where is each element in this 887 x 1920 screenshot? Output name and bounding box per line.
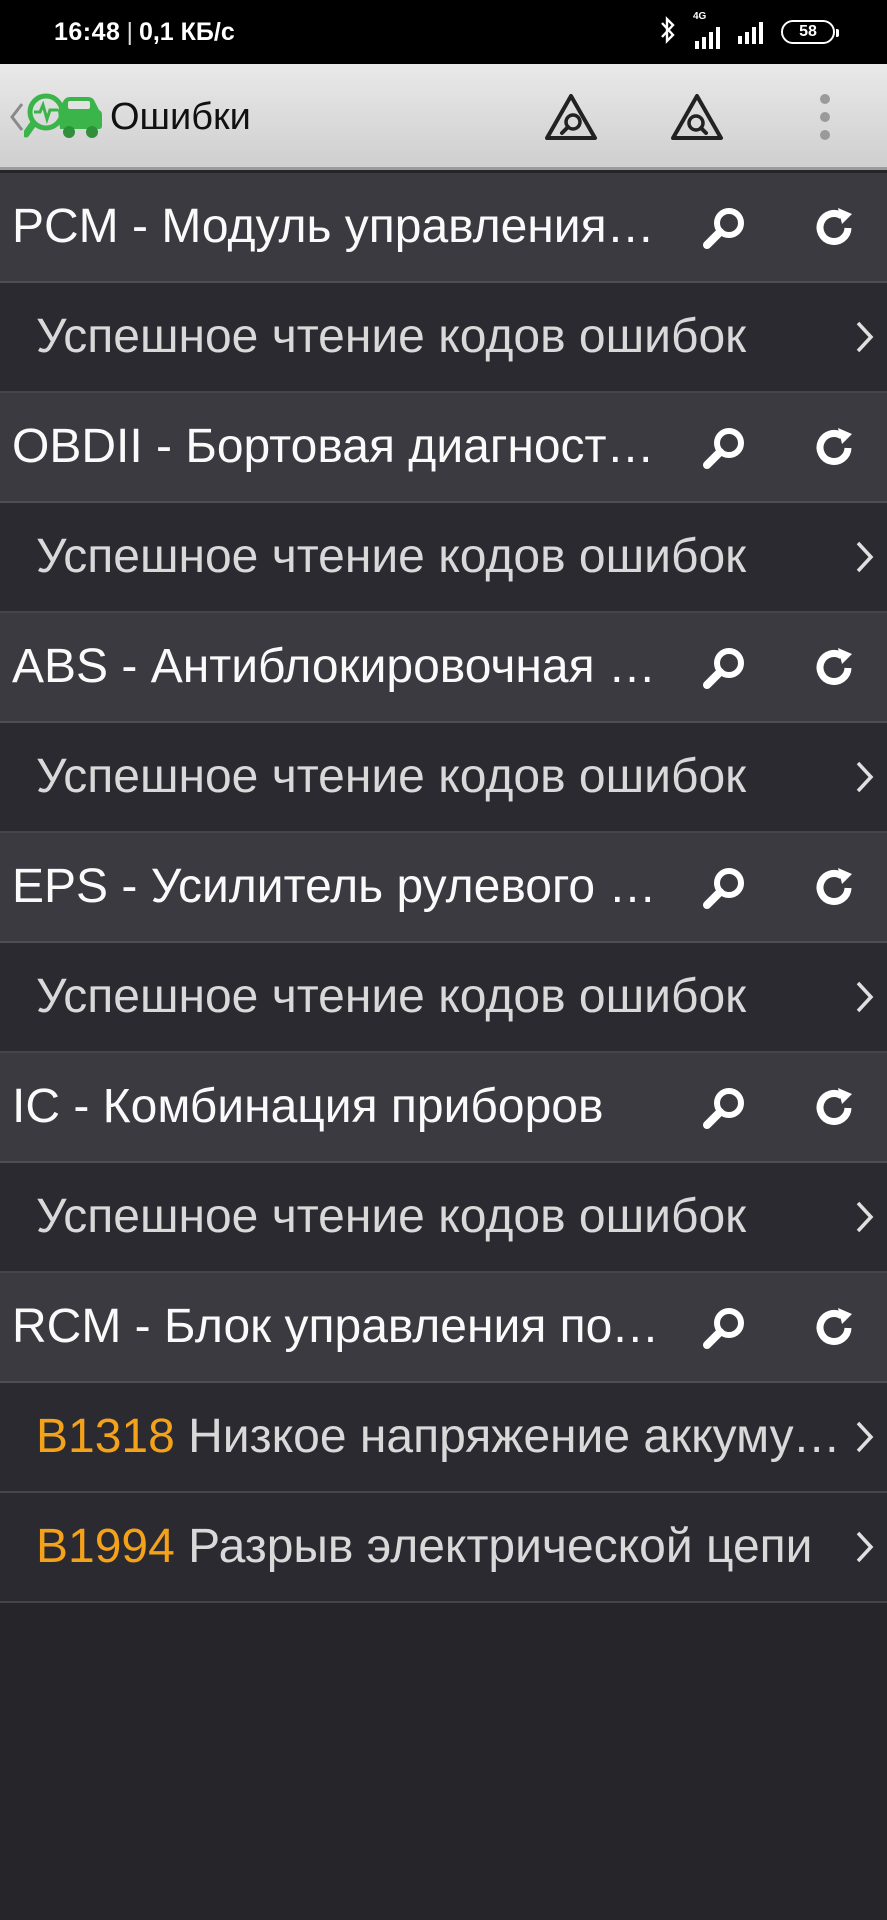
dtc-row[interactable]: B1994 Разрыв электрической цепи xyxy=(0,1493,887,1603)
result-row[interactable]: Успешное чтение кодов ошибок xyxy=(0,283,887,393)
search-icon[interactable] xyxy=(696,641,752,695)
bluetooth-icon xyxy=(659,15,677,49)
dtc-text: B1318 Низкое напряжение аккумулятора xyxy=(36,1409,842,1464)
scan-warning-icon[interactable] xyxy=(666,88,728,146)
dtc-row[interactable]: B1318 Низкое напряжение аккумулятора xyxy=(0,1383,887,1493)
refresh-icon[interactable] xyxy=(806,1301,862,1355)
result-row[interactable]: Успешное чтение кодов ошибок xyxy=(0,503,887,613)
dtc-text: B1994 Разрыв электрической цепи xyxy=(36,1519,842,1574)
module-row: OBDII - Бортовая диагностика xyxy=(0,393,887,503)
module-row: IC - Комбинация приборов xyxy=(0,1053,887,1163)
status-separator: | xyxy=(126,17,133,46)
status-bar: 16:48 | 0,1 КБ/с 4G 58 xyxy=(0,0,887,64)
refresh-icon[interactable] xyxy=(806,421,862,475)
module-title: EPS - Усилитель рулевого управления xyxy=(12,860,662,913)
dtc-code: B1994 xyxy=(36,1520,175,1573)
status-time: 16:48 xyxy=(54,17,121,46)
app-bar: Ошибки xyxy=(0,64,887,170)
refresh-icon[interactable] xyxy=(806,1081,862,1135)
result-text: Успешное чтение кодов ошибок xyxy=(36,310,747,363)
module-title: IC - Комбинация приборов xyxy=(12,1080,604,1133)
result-text: Успешное чтение кодов ошибок xyxy=(36,970,747,1023)
chevron-right-icon xyxy=(853,757,877,797)
result-row[interactable]: Успешное чтение кодов ошибок xyxy=(0,1163,887,1273)
result-text: Успешное чтение кодов ошибок xyxy=(36,530,747,583)
module-title: ABS - Антиблокировочная система xyxy=(12,640,662,693)
result-text: Успешное чтение кодов ошибок xyxy=(36,1190,747,1243)
signal-4g-icon: 4G xyxy=(693,11,720,49)
chevron-right-icon xyxy=(853,977,877,1017)
status-network-speed: 0,1 КБ/с xyxy=(138,17,235,46)
dtc-code: B1318 xyxy=(36,1410,175,1463)
result-row[interactable]: Успешное чтение кодов ошибок xyxy=(0,723,887,833)
dtc-description: Низкое напряжение аккумулятора xyxy=(188,1410,842,1463)
chevron-right-icon xyxy=(853,317,877,357)
chevron-right-icon xyxy=(853,1527,877,1567)
module-list: PCM - Модуль управления двигателем Успешн… xyxy=(0,173,887,1603)
chevron-right-icon xyxy=(853,1417,877,1457)
more-vert-icon[interactable] xyxy=(800,88,850,146)
search-icon[interactable] xyxy=(696,201,752,255)
search-icon[interactable] xyxy=(696,861,752,915)
module-row: RCM - Блок управления подушками безопасн… xyxy=(0,1273,887,1383)
signal-icon xyxy=(738,20,763,44)
module-title: RCM - Блок управления подушками безопасн… xyxy=(12,1300,662,1353)
page-title: Ошибки xyxy=(110,96,251,138)
search-icon[interactable] xyxy=(696,1301,752,1355)
search-icon[interactable] xyxy=(696,1081,752,1135)
scan-warning-icon[interactable] xyxy=(540,88,602,146)
result-text: Успешное чтение кодов ошибок xyxy=(36,750,747,803)
refresh-icon[interactable] xyxy=(806,641,862,695)
refresh-icon[interactable] xyxy=(806,861,862,915)
refresh-icon[interactable] xyxy=(806,201,862,255)
module-row: ABS - Антиблокировочная система xyxy=(0,613,887,723)
chevron-right-icon xyxy=(853,537,877,577)
module-title: OBDII - Бортовая диагностика xyxy=(12,420,662,473)
battery-icon: 58 xyxy=(781,20,839,44)
dtc-description: Разрыв электрической цепи xyxy=(188,1520,813,1573)
module-row: EPS - Усилитель рулевого управления xyxy=(0,833,887,943)
chevron-right-icon xyxy=(853,1197,877,1237)
module-row: PCM - Модуль управления двигателем xyxy=(0,173,887,283)
search-icon[interactable] xyxy=(696,421,752,475)
module-title: PCM - Модуль управления двигателем xyxy=(12,200,662,253)
car-diagnostic-logo-icon[interactable] xyxy=(22,90,102,146)
result-row[interactable]: Успешное чтение кодов ошибок xyxy=(0,943,887,1053)
